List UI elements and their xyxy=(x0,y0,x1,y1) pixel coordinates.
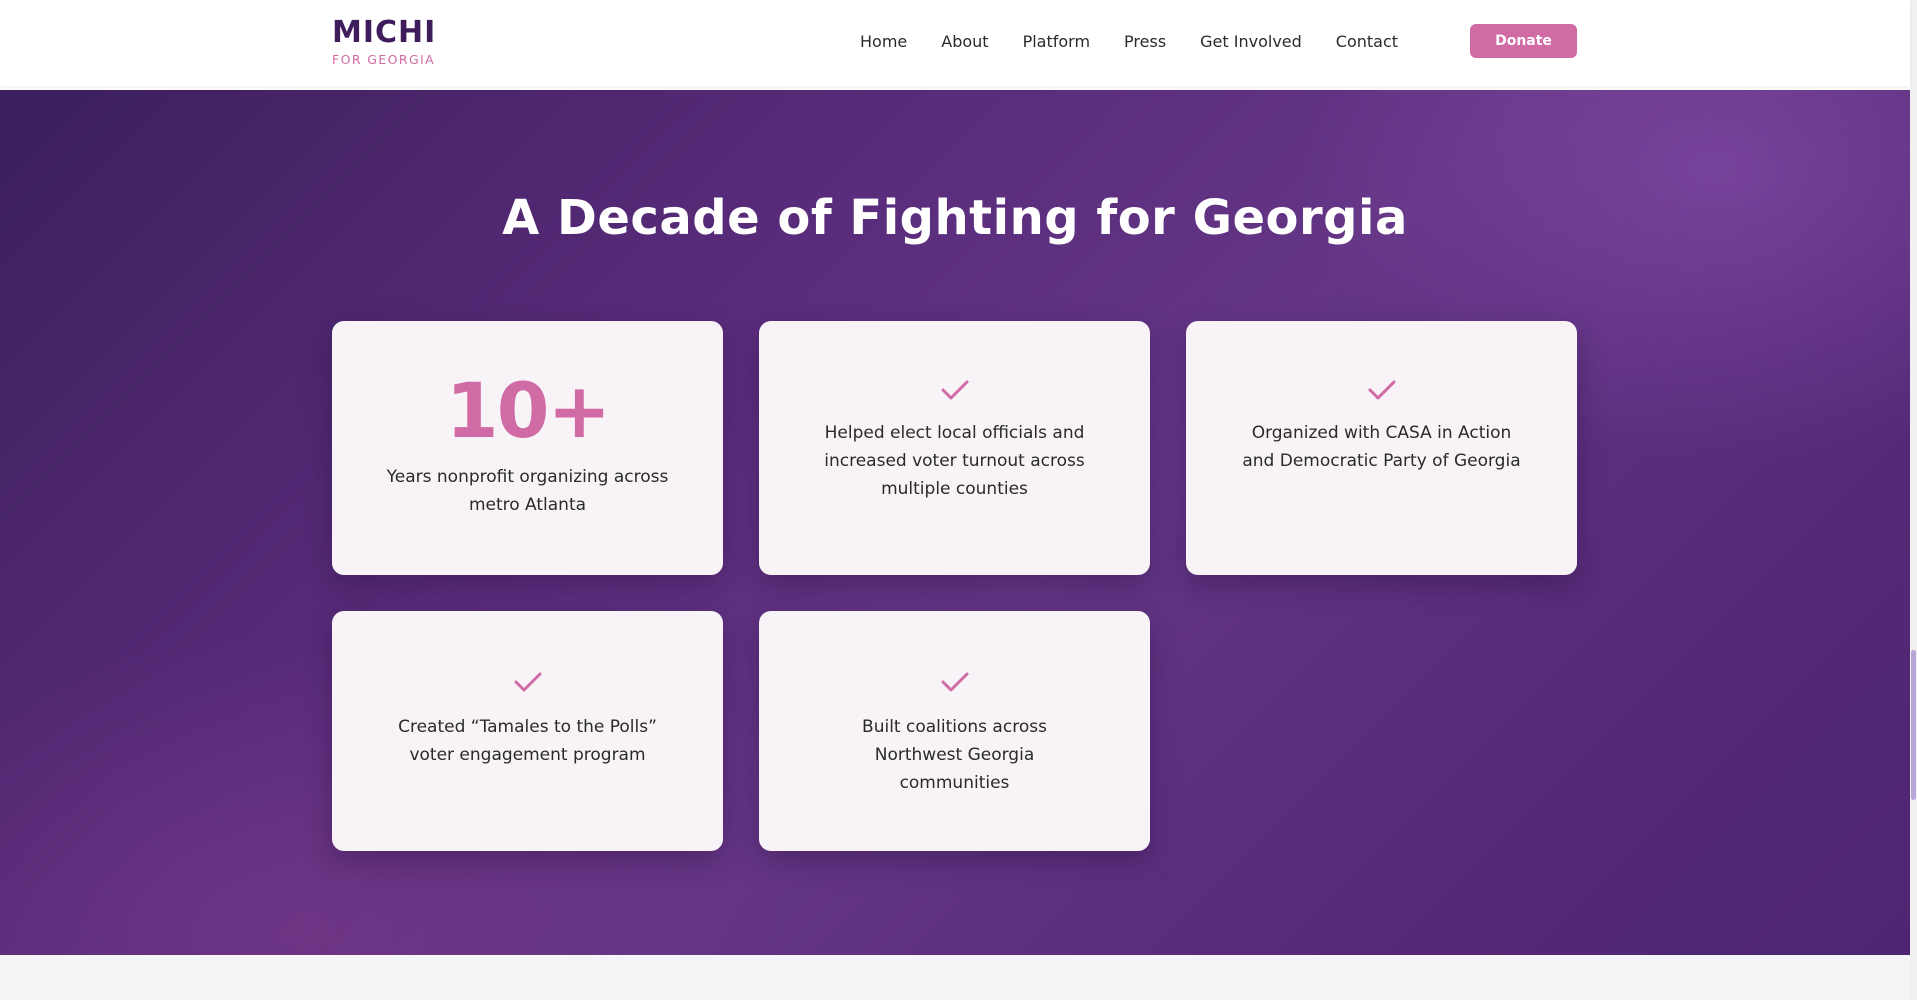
accomplishment-text: Built coalitions across Northwest Georgi… xyxy=(862,717,1047,793)
stat-card-text: Years nonprofit organizing across metro … xyxy=(386,467,669,515)
donate-button[interactable]: Donate xyxy=(1470,24,1577,58)
scrollbar-thumb[interactable] xyxy=(1911,650,1916,800)
main-nav: Home About Platform Press Get Involved C… xyxy=(860,0,1398,82)
check-icon xyxy=(941,380,968,400)
check-icon xyxy=(1368,380,1395,400)
stat-number: 10+ xyxy=(445,366,611,455)
accomplishment-text: Helped elect local officials and increas… xyxy=(824,423,1085,499)
accomplishment-card: Built coalitions across Northwest Georgi… xyxy=(759,611,1150,851)
site-logo[interactable]: MICHI FOR GEORGIA xyxy=(332,15,437,68)
nav-about[interactable]: About xyxy=(941,32,988,51)
site-header: MICHI FOR GEORGIA Home About Platform Pr… xyxy=(0,0,1910,86)
check-icon xyxy=(941,672,968,692)
page-scrollbar[interactable] xyxy=(1910,0,1917,1000)
check-icon xyxy=(514,672,541,692)
accomplishment-text: Created “Tamales to the Polls” voter eng… xyxy=(398,717,657,765)
accomplishment-card: Created “Tamales to the Polls” voter eng… xyxy=(332,611,723,851)
nav-contact[interactable]: Contact xyxy=(1336,32,1398,51)
accomplishments-section: A Decade of Fighting for Georgia 10+ Yea… xyxy=(0,90,1910,955)
logo-sub-text: FOR GEORGIA xyxy=(332,52,436,67)
section-title: A Decade of Fighting for Georgia xyxy=(502,190,1408,246)
nav-platform[interactable]: Platform xyxy=(1023,32,1090,51)
stat-card: 10+ Years nonprofit organizing across me… xyxy=(332,321,723,575)
logo-main-text: MICHI xyxy=(332,15,437,50)
accomplishment-card: Organized with CASA in Action and Democr… xyxy=(1186,321,1577,575)
accomplishment-text: Organized with CASA in Action and Democr… xyxy=(1242,423,1521,471)
accomplishment-card: Helped elect local officials and increas… xyxy=(759,321,1150,575)
nav-get-involved[interactable]: Get Involved xyxy=(1200,32,1302,51)
nav-home[interactable]: Home xyxy=(860,32,907,51)
nav-press[interactable]: Press xyxy=(1124,32,1166,51)
next-section-top xyxy=(0,955,1910,1000)
